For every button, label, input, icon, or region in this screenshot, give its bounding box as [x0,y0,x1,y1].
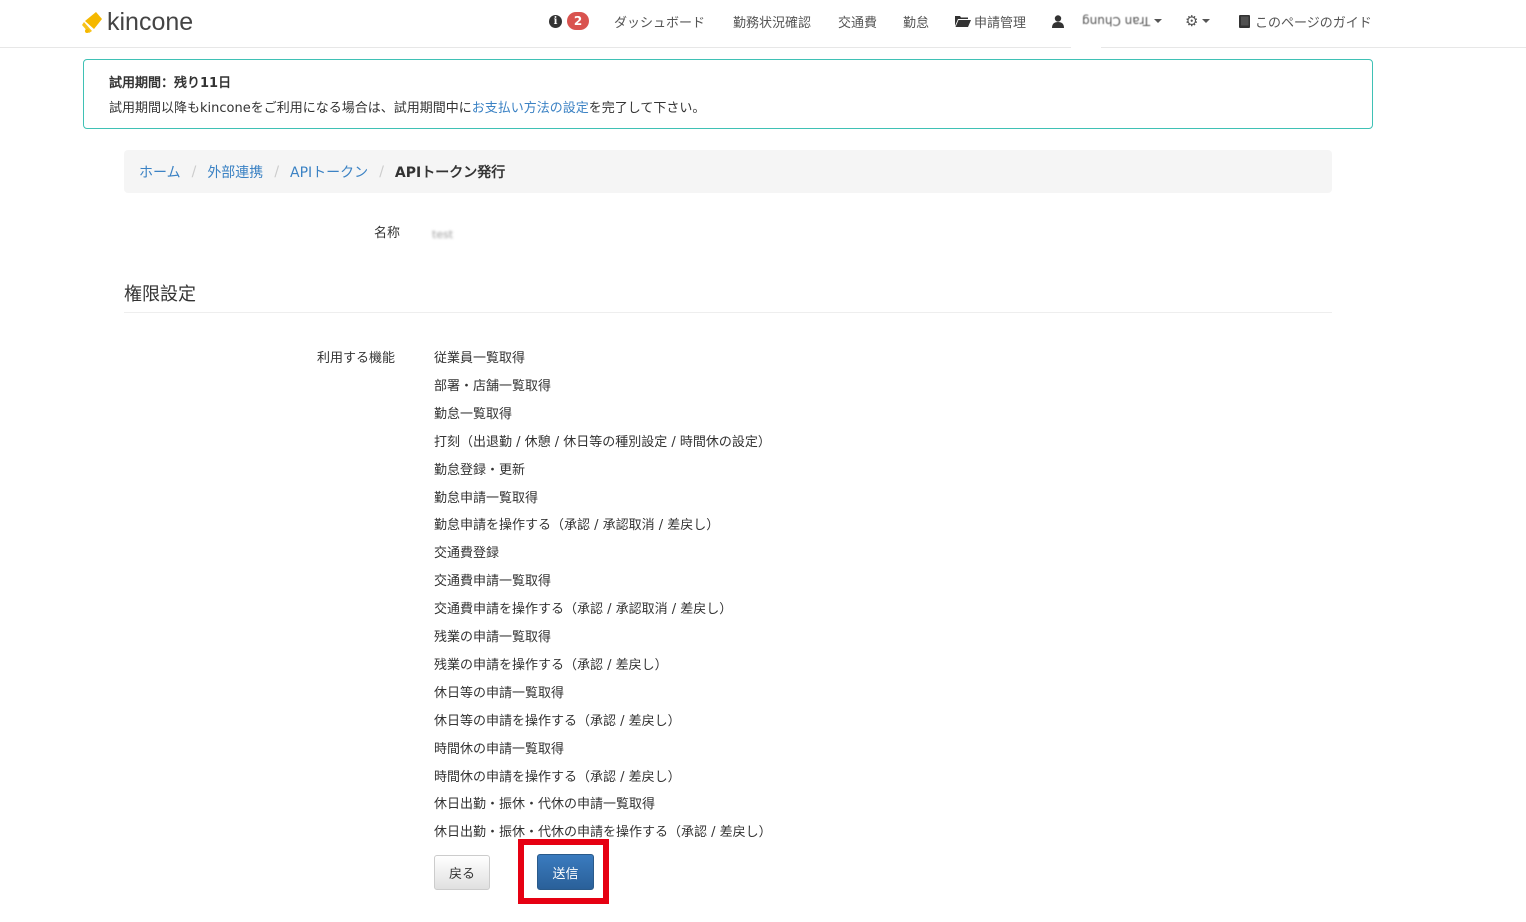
feature-item: 残業の申請を操作する（承認 / 差戻し） [434,658,668,673]
user-name: Tran Chung [1082,14,1151,28]
feature-item: 休日等の申請一覧取得 [434,686,565,701]
book-icon [1239,14,1250,28]
feature-item: 休日等の申請を操作する（承認 / 差戻し） [434,714,681,729]
feature-item: 勤怠登録・更新 [434,463,526,478]
feature-item: 交通費申請一覧取得 [434,574,552,589]
chevron-down-icon [1154,19,1163,23]
breadcrumb-separator: / [274,163,280,180]
settings-menu[interactable]: ⚙ [1185,11,1211,31]
alert-text-after: を完了して下さい。 [588,101,706,116]
feature-item: 時間休の申請を操作する（承認 / 差戻し） [434,770,681,785]
trial-period-alert: 試用期間：残り11日 試用期間以降もkinconeをご利用になる場合は、試用期間… [83,59,1373,129]
trial-period-message: 試用期間以降もkinconeをご利用になる場合は、試用期間中にお支払い方法の設定… [109,97,705,116]
bell-logo-icon [82,12,102,33]
trial-period-title: 試用期間：残り11日 [109,76,232,91]
notifications-menu[interactable]: i 2 [549,11,589,31]
page-guide-label: このページのガイド [1255,15,1372,31]
payment-settings-link[interactable]: お支払い方法の設定 [472,101,589,116]
breadcrumb-api-tokens[interactable]: APIトークン [290,162,368,182]
folder-open-icon [955,16,971,27]
name-value: test [432,228,454,241]
gear-icon: ⚙ [1185,12,1199,30]
nav-dashboard[interactable]: ダッシュボード [614,11,705,31]
notification-badge: 2 [567,12,589,30]
top-navbar: kincone i 2 ダッシュボード 勤務状況確認 交通費 勤怠 申請管理 T… [0,0,1526,50]
kincone-logo[interactable]: kincone [82,6,193,38]
feature-item: 休日出勤・振休・代休の申請一覧取得 [434,797,656,812]
breadcrumb-separator: / [379,163,384,180]
alert-text-before: 試用期間以降もkinconeをご利用になる場合は、試用期間中に [109,101,472,116]
user-menu[interactable]: Tran Chung [1052,11,1163,31]
feature-item: 休日出勤・振休・代休の申請を操作する（承認 / 差戻し） [434,825,772,840]
breadcrumb-home[interactable]: ホーム [139,162,181,182]
submit-button[interactable]: 送信 [537,854,594,890]
feature-item: 交通費申請を操作する（承認 / 承認取消 / 差戻し） [434,602,733,617]
name-label: 名称 [374,226,401,241]
breadcrumb-integrations[interactable]: 外部連携 [207,162,263,182]
nav-work-status[interactable]: 勤務状況確認 [733,11,811,31]
nav-request-management[interactable]: 申請管理 [955,11,1026,31]
chevron-down-icon [1202,19,1211,23]
feature-item: 打刻（出退勤 / 休憩 / 休日等の種別設定 / 時間休の設定） [434,435,771,450]
back-button[interactable]: 戻る [434,855,490,890]
feature-item: 残業の申請一覧取得 [434,630,552,645]
section-divider [124,312,1332,313]
feature-item: 時間休の申請一覧取得 [434,742,565,757]
user-icon [1052,14,1064,28]
breadcrumb: ホーム / 外部連携 / APIトークン / APIトークン発行 [124,150,1332,193]
nav-divider [1071,42,1101,50]
logo-text: kincone [107,7,194,36]
info-icon: i [549,14,562,28]
feature-item: 交通費登録 [434,546,500,561]
feature-item: 従業員一覧取得 [434,351,526,366]
breadcrumb-separator: / [191,163,197,180]
permissions-section-title: 権限設定 [124,284,196,305]
breadcrumb-current: APIトークン発行 [394,164,506,181]
nav-attendance[interactable]: 勤怠 [903,11,929,31]
feature-item: 部署・店舗一覧取得 [434,379,552,394]
feature-item: 勤怠一覧取得 [434,407,513,422]
nav-request-management-label: 申請管理 [974,15,1027,31]
feature-item: 勤怠申請を操作する（承認 / 承認取消 / 差戻し） [434,518,720,533]
nav-transport-expenses[interactable]: 交通費 [838,11,877,31]
features-label: 利用する機能 [317,351,396,366]
feature-item: 勤怠申請一覧取得 [434,491,539,506]
page-guide-link[interactable]: このページのガイド [1239,11,1372,31]
